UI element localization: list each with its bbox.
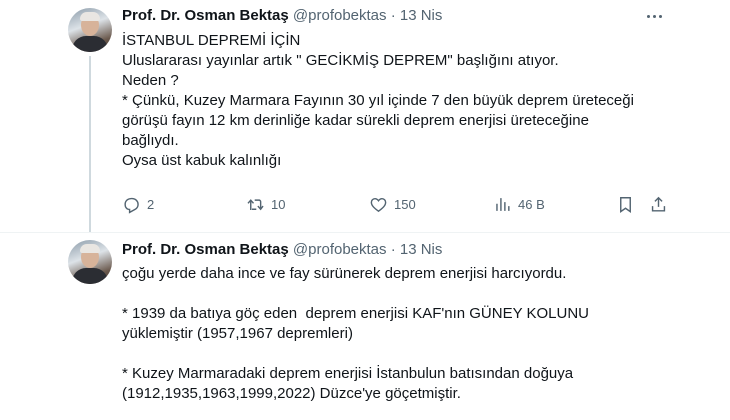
tweet-header: Prof. Dr. Osman Bektaş @profobektas · 13…	[122, 240, 442, 260]
thread-connector	[89, 56, 91, 232]
tweet-line: Uluslararası yayınlar artık " GECİKMİŞ D…	[122, 52, 559, 69]
tweet-line: Neden ?	[122, 72, 179, 89]
reply-icon	[124, 197, 139, 214]
tweet-line: görüşü fayın 12 km derinliğe kadar sürek…	[122, 112, 589, 129]
tweet-line: İSTANBUL DEPREMİ İÇİN	[122, 32, 301, 49]
share-icon	[651, 196, 666, 212]
views-icon	[496, 197, 510, 211]
reply-button[interactable]: 2	[122, 192, 154, 216]
author-name[interactable]: Prof. Dr. Osman Bektaş	[122, 7, 289, 24]
tweet-line: bağlıydı.	[122, 132, 179, 149]
tweet-line: * Çünkü, Kuzey Marmara Fayının 30 yıl iç…	[122, 92, 634, 109]
more-options-icon[interactable]	[644, 6, 666, 26]
retweet-button[interactable]: 10	[246, 192, 285, 216]
tweet-2[interactable]: Prof. Dr. Osman Bektaş @profobektas · 13…	[0, 232, 730, 420]
separator: ·	[390, 7, 396, 24]
tweet-line: * Kuzey Marmaradaki deprem enerjisi İsta…	[122, 365, 574, 382]
timestamp[interactable]: 13 Nis	[400, 241, 443, 258]
tweet-line: * 1939 da batıya göç eden deprem enerjis…	[122, 305, 589, 322]
timestamp[interactable]: 13 Nis	[400, 7, 443, 24]
author-name[interactable]: Prof. Dr. Osman Bektaş	[122, 241, 289, 258]
tweet-line: Oysa üst kabuk kalınlığı	[122, 152, 282, 169]
tweet-line	[122, 284, 682, 304]
tweet-actions: 2 10 150 46 B	[122, 192, 672, 216]
tweet-1[interactable]: Prof. Dr. Osman Bektaş @profobektas · 13…	[0, 0, 730, 232]
retweet-icon	[247, 198, 264, 210]
avatar[interactable]	[68, 8, 112, 52]
views-count: 46 B	[518, 196, 545, 212]
separator: ·	[390, 241, 396, 258]
tweet-line: (1912,1935,1963,1999,2022) Düzce'ye göçe…	[122, 385, 461, 402]
like-button[interactable]: 150	[369, 192, 416, 216]
retweet-count: 10	[271, 196, 286, 212]
tweet-line: çoğu yerde daha ince ve fay sürünerek de…	[122, 265, 567, 282]
avatar[interactable]	[68, 240, 112, 284]
like-count: 150	[394, 196, 416, 212]
bookmark-button[interactable]	[616, 192, 635, 216]
tweet-text: çoğu yerde daha ince ve fay sürünerek de…	[122, 264, 682, 404]
bookmark-icon	[620, 196, 631, 213]
views-button[interactable]: 46 B	[493, 192, 545, 216]
tweet-text: İSTANBUL DEPREMİ İÇİN Uluslararası yayın…	[122, 31, 682, 171]
author-handle[interactable]: @profobektas	[293, 241, 387, 258]
reply-count: 2	[147, 196, 155, 212]
author-handle[interactable]: @profobektas	[293, 7, 387, 24]
heart-icon	[370, 197, 387, 212]
tweet-header: Prof. Dr. Osman Bektaş @profobektas · 13…	[122, 6, 442, 26]
share-button[interactable]	[649, 192, 668, 216]
tweet-line	[122, 344, 682, 364]
tweet-line: yüklemiştir (1957,1967 depremleri)	[122, 325, 353, 342]
